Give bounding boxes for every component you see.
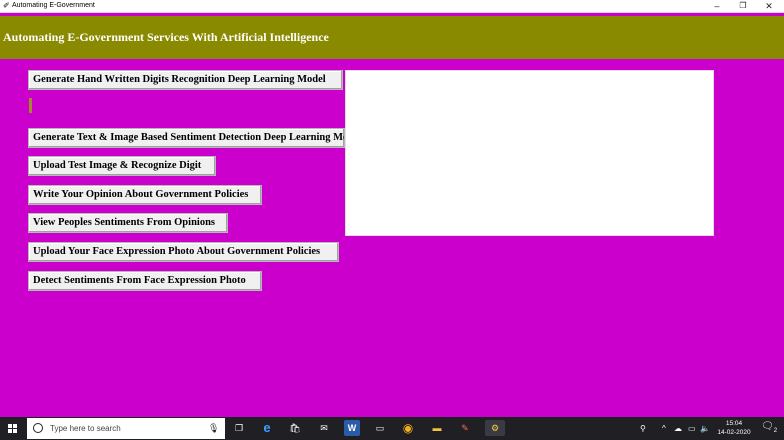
store-icon[interactable]: 🛍 [287,420,303,436]
upload-test-image-button[interactable]: Upload Test Image & Recognize Digit [28,156,216,176]
python-icon[interactable]: ⚙ [485,420,505,436]
chrome-icon[interactable]: ◉ [400,420,416,436]
write-opinion-button[interactable]: Write Your Opinion About Government Poli… [28,185,262,205]
windows-start-icon[interactable] [0,417,27,440]
file-explorer-icon[interactable]: ▬ [429,420,445,436]
mail-icon[interactable]: ✉ [316,420,332,436]
notification-count: 2 [773,428,778,434]
task-view-icon[interactable]: ❐ [231,420,247,436]
clock-date: 14-02-2020 [717,429,751,436]
output-text-area[interactable] [345,70,714,236]
notification-icon[interactable]: 🗨2 [761,421,777,434]
people-icon[interactable]: ⚲ [640,417,646,440]
page-header: Automating E-Government Services With Ar… [0,16,784,59]
taskbar-clock[interactable]: 15:04 14-02-2020 [714,419,754,437]
maximize-icon[interactable]: ❐ [730,0,756,12]
progress-indicator [29,98,32,113]
generate-digits-model-button[interactable]: Generate Hand Written Digits Recognition… [28,70,343,90]
minimize-icon[interactable]: – [704,0,730,12]
search-icon [33,423,43,433]
window-title-bar: ✐ Automating E-Government – ❐ ✕ [0,0,784,13]
generate-sentiment-model-button[interactable]: Generate Text & Image Based Sentiment De… [28,128,345,148]
battery-icon[interactable]: ▭ [688,417,696,440]
search-placeholder: Type here to search [50,424,121,433]
network-icon[interactable]: ☁ [674,417,682,440]
page-title: Automating E-Government Services With Ar… [3,30,329,44]
taskbar: Type here to search 🎙 ❐ e 🛍 ✉ W ▭ ◉ ▬ ✎ … [0,417,784,440]
close-icon[interactable]: ✕ [756,0,782,12]
detect-face-sentiment-button[interactable]: Detect Sentiments From Face Expression P… [28,271,262,291]
upload-face-photo-button[interactable]: Upload Your Face Expression Photo About … [28,242,339,262]
word-icon[interactable]: W [344,420,360,436]
view-sentiments-button[interactable]: View Peoples Sentiments From Opinions [28,213,228,233]
feather-icon: ✐ [3,1,10,10]
volume-icon[interactable]: 🔈 [700,417,710,440]
window-title: Automating E-Government [12,2,95,9]
chevron-up-icon[interactable]: ^ [662,417,666,440]
microphone-icon[interactable]: 🎙 [208,418,219,439]
taskbar-search-box[interactable]: Type here to search 🎙 [27,418,225,439]
clock-time: 15:04 [725,420,743,427]
edge-icon[interactable]: e [259,420,275,436]
paint-icon[interactable]: ✎ [457,420,473,436]
terminal-icon[interactable]: ▭ [372,420,388,436]
